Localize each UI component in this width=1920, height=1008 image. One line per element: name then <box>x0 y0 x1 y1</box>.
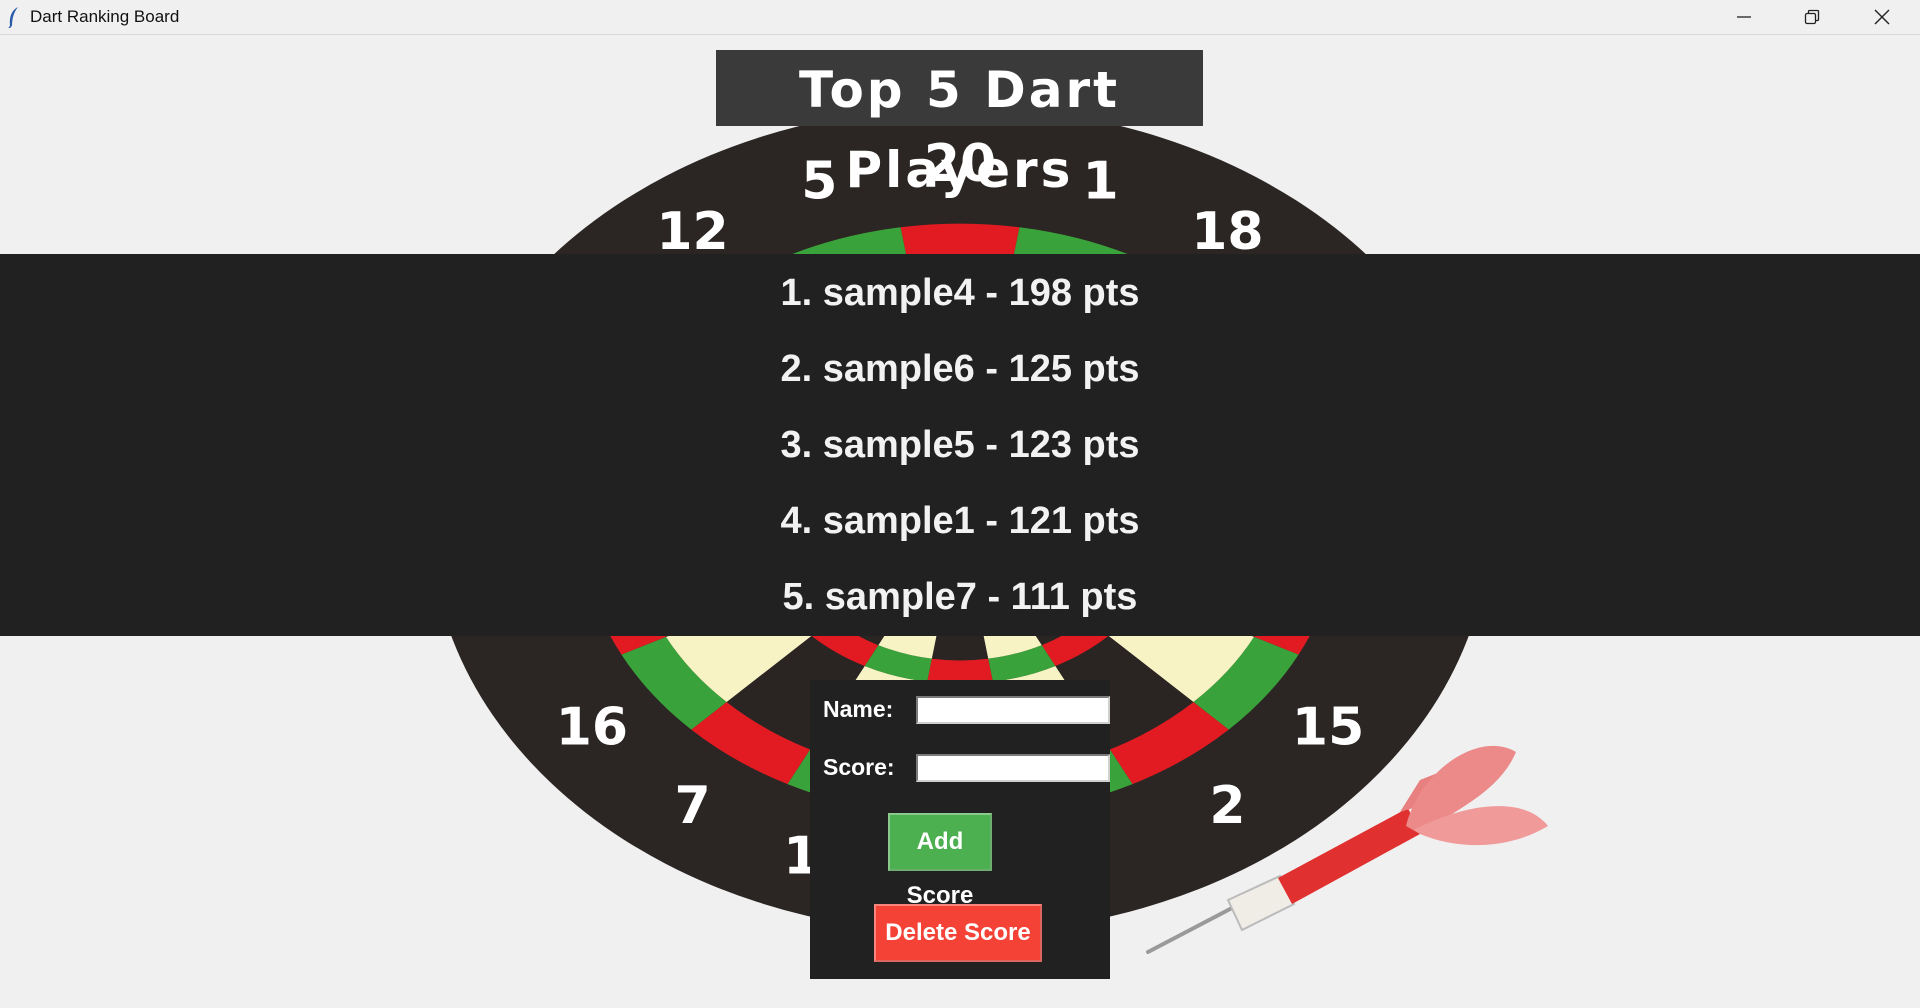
board-number: 2 <box>1209 776 1245 836</box>
board-number: 5 <box>801 151 837 211</box>
score-input[interactable] <box>916 754 1110 782</box>
board-number: 16 <box>556 698 628 758</box>
ranking-item: 3. sample5 - 123 pts <box>780 424 1140 466</box>
delete-score-button[interactable]: Delete Score <box>874 904 1042 962</box>
board-number: 18 <box>1191 202 1263 262</box>
name-input[interactable] <box>916 696 1110 724</box>
board-number: 15 <box>1292 698 1364 758</box>
ranking-list: 1. sample4 - 198 pts 2. sample6 - 125 pt… <box>0 254 1920 636</box>
ranking-item: 2. sample6 - 125 pts <box>780 348 1140 390</box>
name-label: Name: <box>823 696 894 722</box>
score-label: Score: <box>823 754 895 780</box>
score-form: Name: Score: Add Score Delete Score <box>810 680 1110 979</box>
title-banner: Top 5 Dart Players <box>716 50 1203 199</box>
page-title: Top 5 Dart Players <box>798 61 1120 199</box>
board-number: 12 <box>656 202 728 262</box>
ranking-item: 1. sample4 - 198 pts <box>780 272 1140 314</box>
ranking-item: 4. sample1 - 121 pts <box>780 500 1140 542</box>
board-number: 1 <box>1083 151 1119 211</box>
board-number: 7 <box>674 776 710 836</box>
add-score-button[interactable]: Add Score <box>888 813 992 909</box>
ranking-item: 5. sample7 - 111 pts <box>782 576 1138 618</box>
